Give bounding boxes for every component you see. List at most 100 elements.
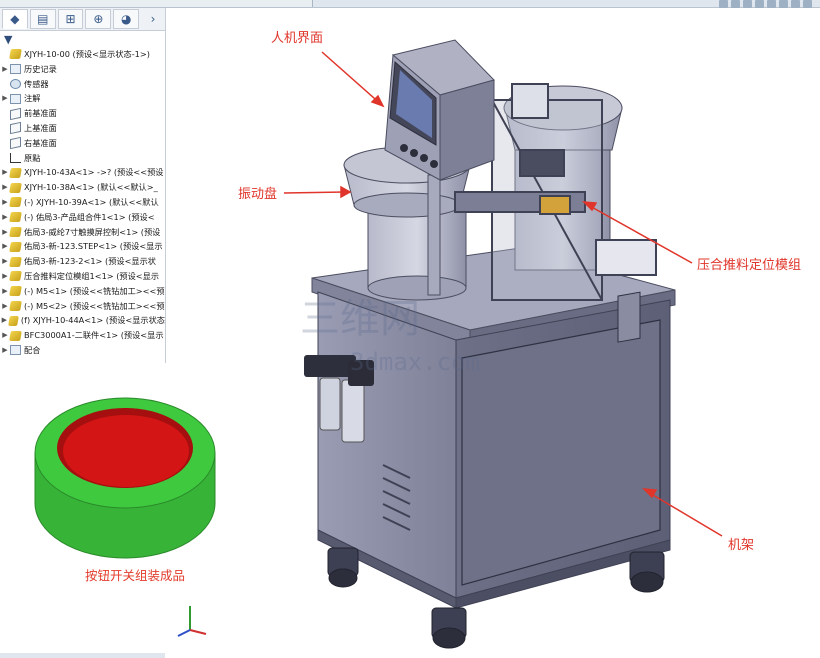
- tree-item[interactable]: ▶ (-) 佑局3-产品组合件1<1> (预设<: [0, 210, 165, 225]
- tree-item[interactable]: ▶ (f) XJYH-10-44A<1> (预设<显示状态: [0, 313, 165, 328]
- part-icon: [9, 271, 22, 282]
- watermark-text: 3dmax.com: [350, 348, 480, 376]
- tree-item-label: 压合推料定位模组1<1> (预设<显示: [24, 270, 160, 281]
- button-switch-render: [34, 397, 216, 559]
- tree-item[interactable]: ▶ BFC3000A1-二联件<1> (预设<显示: [0, 328, 165, 343]
- panel-expand-icon[interactable]: ›: [141, 10, 165, 28]
- part-icon: [9, 330, 22, 341]
- tree-item[interactable]: 上基准面: [0, 121, 165, 136]
- tree-item-label: (-) 佑局3-产品组合件1<1> (预设<: [24, 211, 155, 222]
- tree-item-label: 原點: [24, 152, 41, 163]
- tree-item-label: 佑局3-威纶7寸触摸屏控制<1> (预设: [24, 226, 161, 237]
- tree-item[interactable]: ▶ (-) M5<2> (预设<<铣钻加工><<预: [0, 299, 165, 314]
- assembly-icon: [9, 49, 22, 60]
- tree-item-label: 配合: [24, 344, 41, 355]
- tree-item-label: 历史记录: [24, 63, 57, 74]
- expand-arrow-icon[interactable]: ▶: [0, 210, 10, 225]
- tree-item[interactable]: 右基准面: [0, 136, 165, 151]
- filter-icon[interactable]: ▼: [4, 33, 12, 46]
- tree-item-label: BFC3000A1-二联件<1> (预设<显示: [24, 330, 164, 341]
- tree-item-label: 注解: [24, 93, 41, 104]
- expand-arrow-icon[interactable]: ▶: [0, 284, 10, 299]
- tree-item[interactable]: ▶ 佑局3-新-123.STEP<1> (预设<显示: [0, 239, 165, 254]
- part-icon: [9, 226, 22, 237]
- tree-item[interactable]: ▶ XJYH-10-38A<1> (默认<<默认>_: [0, 180, 165, 195]
- inset-caption: 按钮开关组装成品: [85, 568, 186, 583]
- panel-tabs: ◆ ▤ ⊞ ⊕ ◕ ›: [0, 8, 165, 31]
- feature-tree: XJYH-10-00 (预设<显示状态-1>) ▶ 历史记录传感器 ▶ 注解前基准面上基…: [0, 47, 165, 358]
- config-tab-icon[interactable]: ⊞: [57, 9, 84, 29]
- tree-item-label: XJYH-10-38A<1> (默认<<默认>_: [24, 182, 158, 193]
- expand-arrow-icon[interactable]: ▶: [0, 343, 10, 358]
- tree-item[interactable]: 原點: [0, 151, 165, 166]
- filter-row: ▼: [0, 31, 165, 47]
- dimxpert-tab-icon[interactable]: ⊕: [85, 9, 112, 29]
- callout-vibratory-bowl: 振动盘: [238, 187, 278, 202]
- part-icon: [9, 256, 22, 267]
- part-icon: [9, 182, 22, 193]
- tree-item[interactable]: 传感器: [0, 77, 165, 92]
- tree-item[interactable]: ▶ (-) M5<1> (预设<<铣钻加工><<预: [0, 284, 165, 299]
- tree-item-label: (f) XJYH-10-44A<1> (预设<显示状态: [20, 315, 165, 326]
- tree-item-label: 佑局3-新-123-2<1> (预设<显示状: [24, 256, 156, 267]
- expand-arrow-icon[interactable]: ▶: [0, 299, 10, 314]
- callout-frame: 机架: [728, 538, 755, 553]
- expand-arrow-icon[interactable]: ▶: [0, 328, 10, 343]
- tree-item-label: 佑局3-新-123.STEP<1> (预设<显示: [24, 241, 163, 252]
- callout-hmi: 人机界面: [271, 31, 324, 46]
- expand-arrow-icon[interactable]: ▶: [0, 239, 10, 254]
- plane-icon: [10, 107, 21, 120]
- part-icon: [9, 286, 22, 297]
- tree-item-label: (-) XJYH-10-39A<1> (默认<<默认: [24, 196, 159, 207]
- tree-item[interactable]: ▶ 佑局3-新-123-2<1> (预设<显示状: [0, 254, 165, 269]
- tree-item[interactable]: ▶ 佑局3-威纶7寸触摸屏控制<1> (预设: [0, 225, 165, 240]
- feature-tree-tab-icon[interactable]: ◆: [2, 9, 28, 29]
- tree-item[interactable]: ▶ 注解: [0, 91, 165, 106]
- tree-item-label: 右基准面: [24, 137, 57, 148]
- feature-manager-panel: ◆ ▤ ⊞ ⊕ ◕ › ▼ XJYH-10-00 (预设<显示状态-1>) ▶ 历史…: [0, 8, 166, 368]
- plane-icon: [10, 122, 21, 135]
- plane-icon: [10, 137, 21, 150]
- tree-item-label: (-) M5<2> (预设<<铣钻加工><<预: [24, 300, 165, 311]
- history-icon: [10, 64, 21, 75]
- annotation-icon: [10, 93, 21, 104]
- expand-arrow-icon[interactable]: ▶: [0, 225, 10, 240]
- property-tab-icon[interactable]: ▤: [29, 9, 56, 29]
- sensor-icon: [10, 78, 21, 89]
- inset-product-image: [5, 363, 280, 585]
- tree-item-label: XJYH-10-43A<1> ->? (预设<<预设: [24, 167, 164, 178]
- part-icon: [9, 167, 22, 178]
- expand-arrow-icon[interactable]: ▶: [0, 313, 9, 328]
- tree-item-label: 前基准面: [24, 108, 57, 119]
- bottom-tab-bar: [0, 653, 165, 658]
- coordinate-triad-icon: [177, 606, 207, 637]
- tree-item[interactable]: XJYH-10-00 (预设<显示状态-1>): [0, 47, 165, 62]
- expand-arrow-icon[interactable]: ▶: [0, 62, 10, 77]
- tree-item[interactable]: ▶ XJYH-10-43A<1> ->? (预设<<预设: [0, 165, 165, 180]
- part-icon: [9, 197, 22, 208]
- part-icon: [9, 241, 22, 252]
- tree-item[interactable]: ▶ 历史记录: [0, 62, 165, 77]
- expand-arrow-icon[interactable]: ▶: [0, 165, 10, 180]
- part-icon: [9, 212, 22, 223]
- part-icon: [7, 315, 19, 326]
- expand-arrow-icon[interactable]: ▶: [0, 254, 10, 269]
- tree-item-label: 传感器: [24, 78, 49, 89]
- display-tab-icon[interactable]: ◕: [113, 9, 140, 29]
- tree-item[interactable]: 前基准面: [0, 106, 165, 121]
- expand-arrow-icon[interactable]: ▶: [0, 91, 10, 106]
- tree-item-label: 上基准面: [24, 122, 57, 133]
- part-icon: [9, 300, 22, 311]
- expand-arrow-icon[interactable]: ▶: [0, 195, 10, 210]
- origin-icon: [10, 152, 21, 163]
- callout-press-module: 压合推料定位模组: [697, 258, 802, 273]
- tree-item[interactable]: ▶ 配合: [0, 343, 165, 358]
- expand-arrow-icon[interactable]: ▶: [0, 180, 10, 195]
- mates-icon: [10, 345, 21, 356]
- tree-item[interactable]: ▶ (-) XJYH-10-39A<1> (默认<<默认: [0, 195, 165, 210]
- tree-item-label: (-) M5<1> (预设<<铣钻加工><<预: [24, 285, 165, 296]
- expand-arrow-icon[interactable]: ▶: [0, 269, 10, 284]
- watermark-logo: 三维网: [300, 296, 420, 342]
- tree-item-label: XJYH-10-00 (预设<显示状态-1>): [24, 49, 150, 59]
- tree-item[interactable]: ▶ 压合推料定位模组1<1> (预设<显示: [0, 269, 165, 284]
